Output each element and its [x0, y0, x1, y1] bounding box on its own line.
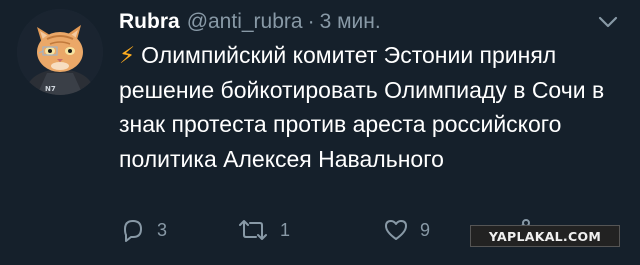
tweet-text: ⚡ Олимпийский комитет Эстонии принял реше…	[119, 38, 619, 176]
retweet-icon	[239, 220, 267, 240]
heart-icon	[385, 220, 407, 240]
reply-icon	[124, 220, 142, 242]
like-count: 9	[420, 219, 431, 240]
tweet: N7 Rubra @anti_rubra · 3 мин. ⚡ Олимпийск…	[0, 0, 640, 265]
svg-text:N7: N7	[45, 85, 56, 93]
author-handle[interactable]: @anti_rubra	[187, 8, 303, 36]
cat-avatar-icon: N7	[17, 9, 103, 95]
tweet-header: Rubra @anti_rubra · 3 мин.	[119, 8, 381, 36]
lightning-emoji: ⚡	[119, 42, 136, 68]
reply-count: 3	[157, 219, 168, 240]
header-separator: ·	[307, 10, 315, 33]
tweet-body: Олимпийский комитет Эстонии принял решен…	[119, 42, 605, 172]
tweet-timestamp[interactable]: 3 мин.	[320, 8, 381, 36]
chevron-down-icon[interactable]	[596, 12, 620, 32]
reply-button[interactable]: 3	[119, 214, 167, 246]
avatar[interactable]: N7	[17, 9, 103, 95]
like-button[interactable]: 9	[382, 214, 430, 246]
retweet-count: 1	[280, 219, 291, 240]
retweet-button[interactable]: 1	[236, 214, 290, 246]
author-name[interactable]: Rubra	[119, 8, 180, 36]
watermark: YAPLAKAL.COM	[470, 225, 620, 247]
